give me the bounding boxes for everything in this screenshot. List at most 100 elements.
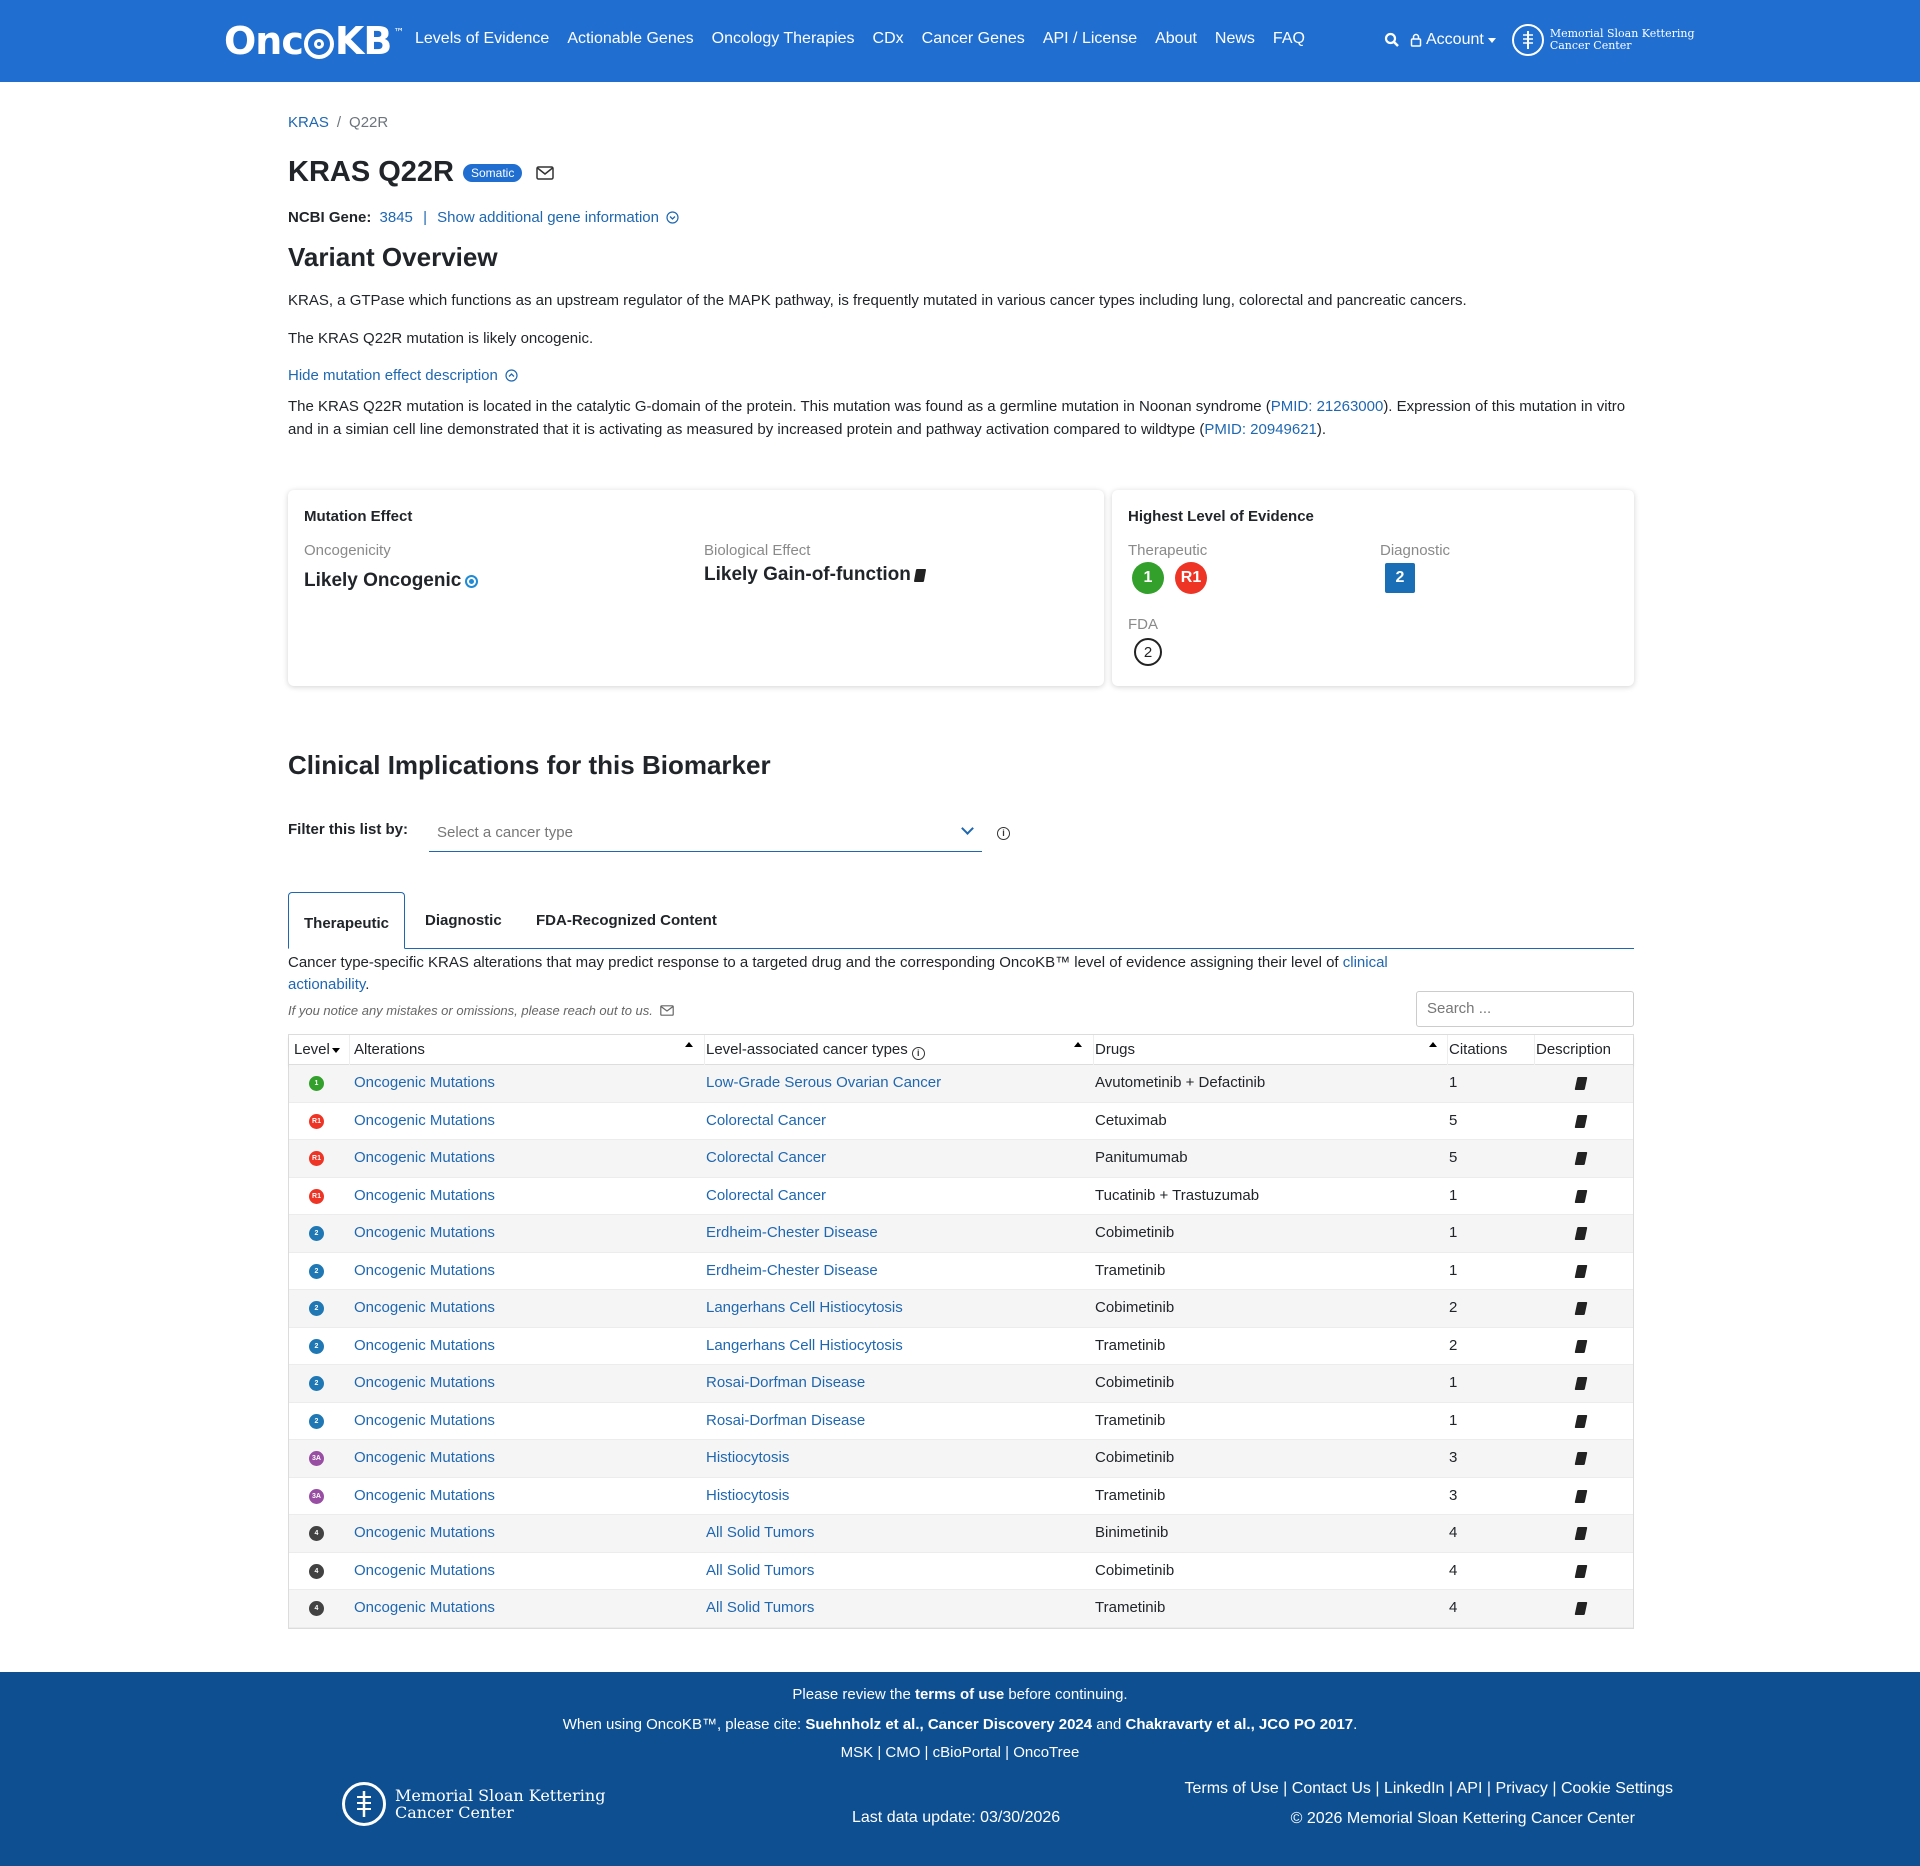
level-icon[interactable]: 2 xyxy=(309,1338,324,1354)
mail-icon[interactable] xyxy=(659,1005,674,1016)
info-icon[interactable]: i xyxy=(911,1047,925,1060)
cancer-type-link[interactable]: Histiocytosis xyxy=(706,1487,789,1504)
alteration-link[interactable]: Oncogenic Mutations xyxy=(354,1112,495,1129)
book-icon[interactable] xyxy=(1574,1152,1588,1165)
alteration-link[interactable]: Oncogenic Mutations xyxy=(354,1524,495,1541)
cancer-type-link[interactable]: All Solid Tumors xyxy=(706,1524,814,1541)
mail-icon[interactable] xyxy=(536,165,555,180)
level-icon[interactable]: 4 xyxy=(309,1526,324,1541)
cancer-type-link[interactable]: Low-Grade Serous Ovarian Cancer xyxy=(706,1074,941,1091)
alteration-link[interactable]: Oncogenic Mutations xyxy=(354,1412,495,1429)
book-icon[interactable] xyxy=(1574,1114,1588,1128)
show-gene-info-link[interactable]: Show additional gene information xyxy=(437,209,679,226)
breadcrumb-gene-link[interactable]: KRAS xyxy=(288,114,329,131)
book-icon[interactable] xyxy=(1574,1414,1588,1428)
nav-link-oncology-therapies[interactable]: Oncology Therapies xyxy=(712,30,855,48)
level-icon[interactable]: R1 xyxy=(309,1113,324,1129)
pmid-link[interactable]: PMID: 20949621 xyxy=(1204,421,1317,438)
book-icon[interactable] xyxy=(913,568,927,582)
level-icon[interactable]: 3A xyxy=(309,1451,324,1466)
tab-diagnostic[interactable]: Diagnostic xyxy=(425,892,502,949)
nav-link-actionable-genes[interactable]: Actionable Genes xyxy=(567,30,693,48)
alteration-link[interactable]: Oncogenic Mutations xyxy=(354,1487,495,1504)
alteration-link[interactable]: Oncogenic Mutations xyxy=(354,1262,495,1279)
book-icon[interactable] xyxy=(1574,1527,1588,1540)
book-icon[interactable] xyxy=(1574,1489,1588,1503)
book-icon[interactable] xyxy=(1574,1077,1588,1090)
col-description[interactable]: Description xyxy=(1536,1035,1634,1065)
hide-description-link[interactable]: Hide mutation effect description xyxy=(288,367,518,384)
level-icon[interactable]: 1 xyxy=(309,1076,324,1091)
book-icon[interactable] xyxy=(1574,1264,1588,1278)
nav-link-cdx[interactable]: CDx xyxy=(873,30,904,48)
alteration-link[interactable]: Oncogenic Mutations xyxy=(354,1074,495,1091)
cancer-type-link[interactable]: Erdheim-Chester Disease xyxy=(706,1262,878,1279)
level-icon[interactable]: 4 xyxy=(309,1601,324,1616)
level-icon[interactable]: 4 xyxy=(309,1563,324,1579)
table-search-input[interactable]: Search ... xyxy=(1416,991,1634,1027)
search-icon[interactable] xyxy=(1384,32,1400,48)
alteration-link[interactable]: Oncogenic Mutations xyxy=(354,1149,495,1166)
nav-link-faq[interactable]: FAQ xyxy=(1273,30,1305,48)
cancer-type-link[interactable]: Langerhans Cell Histiocytosis xyxy=(706,1337,903,1354)
level-icon[interactable]: 2 xyxy=(309,1301,324,1316)
level-icon[interactable]: R1 xyxy=(309,1188,324,1204)
ncbi-gene-link[interactable]: 3845 xyxy=(380,209,413,226)
tab-therapeutic[interactable]: Therapeutic xyxy=(288,892,406,949)
cancer-type-link[interactable]: Colorectal Cancer xyxy=(706,1187,826,1204)
level-icon[interactable]: 2 xyxy=(309,1226,324,1241)
alteration-link[interactable]: Oncogenic Mutations xyxy=(354,1187,495,1204)
tab-fda-recognized[interactable]: FDA-Recognized Content xyxy=(536,892,717,949)
level-icon[interactable]: 2 xyxy=(309,1413,324,1429)
cancer-type-link[interactable]: All Solid Tumors xyxy=(706,1562,814,1579)
col-drugs[interactable]: Drugs xyxy=(1095,1035,1448,1065)
cancer-type-link[interactable]: Colorectal Cancer xyxy=(706,1149,826,1166)
citation-link[interactable]: Suehnholz et al., Cancer Discovery 2024 xyxy=(805,1716,1092,1733)
col-cancer-types[interactable]: Level-associated cancer types i xyxy=(706,1035,1094,1065)
oncokb-logo[interactable]: Onc KB ™ xyxy=(224,18,404,64)
nav-link-about[interactable]: About xyxy=(1155,30,1197,48)
footer-links[interactable]: Terms of Use | Contact Us | LinkedIn | A… xyxy=(1184,1780,1673,1798)
alteration-link[interactable]: Oncogenic Mutations xyxy=(354,1599,495,1616)
nav-link-levels-of-evidence[interactable]: Levels of Evidence xyxy=(415,30,549,48)
level-fda2-icon[interactable]: 2 xyxy=(1134,638,1162,666)
level-dx2-icon[interactable]: 2 xyxy=(1385,563,1415,593)
cancer-type-link[interactable]: All Solid Tumors xyxy=(706,1599,814,1616)
nav-link-cancer-genes[interactable]: Cancer Genes xyxy=(922,30,1025,48)
account-menu[interactable]: Account xyxy=(1410,31,1496,49)
book-icon[interactable] xyxy=(1574,1302,1588,1315)
level-icon[interactable]: 2 xyxy=(309,1263,324,1279)
book-icon[interactable] xyxy=(1574,1189,1588,1203)
alteration-link[interactable]: Oncogenic Mutations xyxy=(354,1374,495,1391)
alteration-link[interactable]: Oncogenic Mutations xyxy=(354,1449,495,1466)
book-icon[interactable] xyxy=(1574,1564,1588,1578)
level-icon[interactable]: 3A xyxy=(309,1488,324,1504)
info-icon[interactable]: i xyxy=(997,827,1010,840)
cancer-type-link[interactable]: Histiocytosis xyxy=(706,1449,789,1466)
citation-link[interactable]: Chakravarty et al., JCO PO 2017 xyxy=(1126,1716,1354,1733)
msk-logo[interactable]: Memorial Sloan Kettering Cancer Center xyxy=(1511,24,1695,56)
book-icon[interactable] xyxy=(1574,1377,1588,1390)
pmid-link[interactable]: PMID: 21263000 xyxy=(1271,398,1384,415)
footer-partner-links[interactable]: MSK | CMO | cBioPortal | OncoTree xyxy=(0,1744,1920,1761)
alteration-link[interactable]: Oncogenic Mutations xyxy=(354,1224,495,1241)
cancer-type-link[interactable]: Langerhans Cell Histiocytosis xyxy=(706,1299,903,1316)
terms-of-use-link[interactable]: terms of use xyxy=(915,1686,1004,1703)
level-icon[interactable]: 2 xyxy=(309,1376,324,1391)
cancer-type-link[interactable]: Rosai-Dorfman Disease xyxy=(706,1374,865,1391)
book-icon[interactable] xyxy=(1574,1339,1588,1353)
book-icon[interactable] xyxy=(1574,1602,1588,1615)
col-alterations[interactable]: Alterations xyxy=(354,1035,705,1065)
col-level[interactable]: Level xyxy=(294,1035,350,1065)
alteration-link[interactable]: Oncogenic Mutations xyxy=(354,1299,495,1316)
book-icon[interactable] xyxy=(1574,1227,1588,1240)
level-icon[interactable]: R1 xyxy=(309,1151,324,1166)
level-r1-icon[interactable]: R1 xyxy=(1175,562,1207,594)
alteration-link[interactable]: Oncogenic Mutations xyxy=(354,1337,495,1354)
level-1-icon[interactable]: 1 xyxy=(1132,562,1164,594)
footer-msk-logo[interactable]: Memorial Sloan Kettering Cancer Center xyxy=(342,1782,605,1826)
col-citations[interactable]: Citations xyxy=(1449,1035,1535,1065)
cancer-type-select[interactable]: Select a cancer type xyxy=(429,812,982,852)
cancer-type-link[interactable]: Rosai-Dorfman Disease xyxy=(706,1412,865,1429)
cancer-type-link[interactable]: Colorectal Cancer xyxy=(706,1112,826,1129)
